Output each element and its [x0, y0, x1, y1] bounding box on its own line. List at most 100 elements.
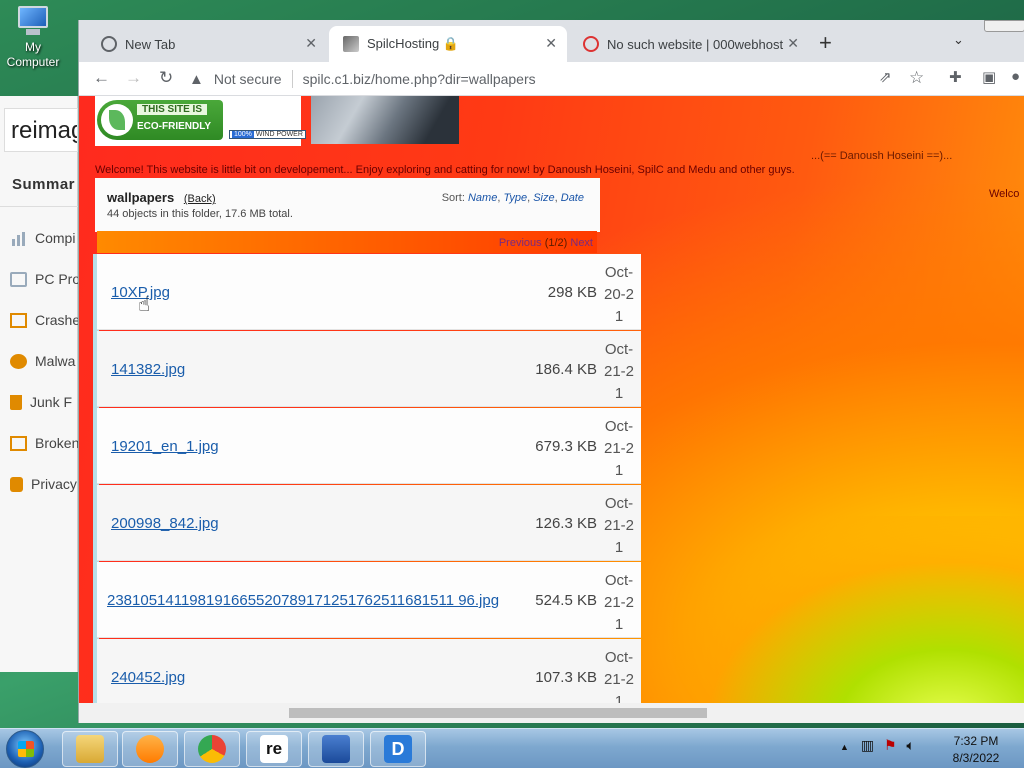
window-restore-button[interactable] [984, 20, 1024, 32]
warning-triangle-icon[interactable]: ▲ [189, 71, 204, 88]
wind-power-pct: 100% [232, 131, 254, 138]
forward-arrow-icon[interactable]: → [125, 68, 142, 88]
file-date: Oct-21-21 [603, 572, 635, 633]
previous-page-link[interactable]: Previous [499, 237, 542, 249]
system-tray: ▲ ▥ ⚑ 🔈︎ [840, 737, 915, 754]
reimage-item-broken[interactable]: Broken [10, 435, 79, 451]
taskbar-media-player[interactable] [122, 731, 178, 767]
taskbar-settings-app[interactable] [308, 731, 364, 767]
monitor-icon [10, 271, 27, 287]
clock-time: 7:32 PM [953, 734, 999, 748]
eco-badge-line2: ECO-FRIENDLY [137, 121, 212, 132]
wind-power-badge: 100% WIND POWER [229, 130, 306, 139]
start-button[interactable] [6, 730, 44, 768]
taskbar-reimage[interactable]: re [246, 731, 302, 767]
chrome-icon [198, 735, 226, 763]
reimage-item-label: Privacy [31, 476, 77, 492]
reimage-item-privacy[interactable]: Privacy [10, 476, 77, 492]
pagination-bar: Previous (1/2) Next [97, 231, 597, 253]
file-size: 107.3 KB [535, 669, 597, 686]
network-icon[interactable]: ▥ [861, 737, 874, 753]
reimage-item-malware[interactable]: Malwa [10, 353, 75, 369]
sort-by-size-link[interactable]: Size [533, 192, 554, 204]
reimage-app-window: reimag Summar Compi PC Pro Crashe Malwa … [0, 96, 80, 672]
file-row: 19201_en_1.jpg 679.3 KB Oct-21-21 [97, 408, 641, 484]
next-page-link[interactable]: Next [570, 237, 593, 249]
scrollbar-thumb[interactable] [289, 708, 707, 718]
reimage-summary-heading: Summar [12, 176, 76, 193]
folder-summary: 44 objects in this folder, 17.6 MB total… [107, 208, 293, 220]
folder-icon [76, 735, 104, 763]
url-text[interactable]: spilc.c1.biz/home.php?dir=wallpapers [303, 71, 536, 87]
tab-new-tab[interactable]: New Tab ✕ [87, 26, 327, 62]
my-computer-desktop-icon[interactable]: My Computer [2, 6, 64, 70]
folder-header: wallpapers (Back) 44 objects in this fol… [95, 178, 600, 232]
bookmark-star-icon[interactable]: ☆ [909, 68, 924, 88]
reimage-item-label: Crashe [35, 312, 81, 328]
horizontal-scrollbar[interactable] [79, 703, 1024, 723]
taskbar-app[interactable]: D [370, 731, 426, 767]
action-center-flag-icon[interactable]: ⚑ [884, 737, 897, 753]
sort-by-date-link[interactable]: Date [561, 192, 584, 204]
taskbar-chrome[interactable] [184, 731, 240, 767]
side-panel-icon[interactable]: ▣ [982, 68, 996, 86]
reimage-item-crashes[interactable]: Crashe [10, 312, 80, 328]
wind-power-text: WIND POWER [255, 131, 303, 138]
volume-icon[interactable]: 🔈︎ [906, 737, 914, 753]
sort-by-name-link[interactable]: Name [468, 192, 497, 204]
broken-icon [10, 435, 27, 451]
tab-search-chevron-icon[interactable]: ⌄ [953, 32, 964, 48]
file-date: Oct-20-21 [603, 264, 635, 325]
taskbar-explorer[interactable] [62, 731, 118, 767]
system-clock[interactable]: 7:32 PM 8/3/2022 [946, 733, 1006, 767]
reimage-item-label: Compi [35, 230, 76, 246]
file-size: 298 KB [547, 284, 597, 301]
crash-icon [10, 312, 27, 328]
profile-avatar-icon[interactable]: ● [1011, 68, 1020, 85]
chrome-browser-window: New Tab ✕ SpilcHosting 🔒 ✕ No such websi… [78, 20, 1024, 723]
tab-spilchosting[interactable]: SpilcHosting 🔒 ✕ [329, 26, 567, 62]
not-secure-label[interactable]: Not secure [214, 71, 282, 87]
reimage-item-label: PC Pro [35, 271, 81, 287]
sort-by-type-link[interactable]: Type [503, 192, 527, 204]
file-date: Oct-21-21 [603, 341, 635, 402]
reimage-item-pc-protection[interactable]: PC Pro [10, 271, 80, 287]
address-bar[interactable]: ▲ Not secure spilc.c1.biz/home.php?dir=w… [189, 64, 869, 94]
gear-shield-icon [322, 735, 350, 763]
file-size: 186.4 KB [535, 361, 597, 378]
back-arrow-icon[interactable]: ← [93, 68, 110, 88]
hand-pointer-cursor-icon: ☝ [138, 294, 151, 316]
reload-icon[interactable]: ↻ [159, 68, 173, 88]
show-hidden-icons-arrow-icon[interactable]: ▲ [840, 742, 849, 752]
file-row: 10XP.jpg 298 KB Oct-20-21 [97, 254, 641, 330]
welcome-message: Welcome! This website is little bit on d… [95, 164, 795, 176]
file-size: 524.5 KB [535, 592, 597, 609]
reimage-logo: reimag [4, 108, 78, 152]
extensions-puzzle-icon[interactable]: ✚ [949, 68, 962, 86]
close-tab-icon[interactable]: ✕ [545, 35, 557, 52]
close-tab-icon[interactable]: ✕ [787, 35, 799, 52]
site-banner: THIS SITE IS ECO-FRIENDLY 100% WIND POWE… [95, 96, 306, 146]
reimage-item-label: Broken [35, 435, 80, 451]
new-tab-button[interactable]: + [819, 30, 832, 56]
share-icon[interactable]: ⇗ [879, 68, 892, 86]
reimage-item-computer[interactable]: Compi [10, 230, 75, 246]
file-date: Oct-21-21 [603, 495, 635, 556]
file-row: 141382.jpg 186.4 KB Oct-21-21 [97, 331, 641, 407]
eco-badge-line1: THIS SITE IS [137, 104, 208, 115]
file-link[interactable]: 19201_en_1.jpg [111, 438, 219, 455]
back-link[interactable]: (Back) [184, 193, 216, 205]
site-favicon-icon [343, 36, 359, 52]
file-link[interactable]: 2381051411981916655207891712517625116815… [107, 592, 499, 609]
eco-friendly-badge: THIS SITE IS ECO-FRIENDLY [97, 100, 223, 140]
clock-date: 8/3/2022 [952, 751, 1000, 765]
trash-icon [10, 394, 22, 410]
reimage-item-junk-files[interactable]: Junk F [10, 394, 72, 410]
folder-title: wallpapers (Back) [107, 190, 216, 205]
file-link[interactable]: 200998_842.jpg [111, 515, 219, 532]
close-tab-icon[interactable]: ✕ [305, 35, 317, 52]
reimage-icon: re [260, 735, 288, 763]
file-link[interactable]: 240452.jpg [111, 669, 185, 686]
tab-000webhost[interactable]: No such website | 000webhost ✕ [569, 26, 809, 62]
file-link[interactable]: 141382.jpg [111, 361, 185, 378]
